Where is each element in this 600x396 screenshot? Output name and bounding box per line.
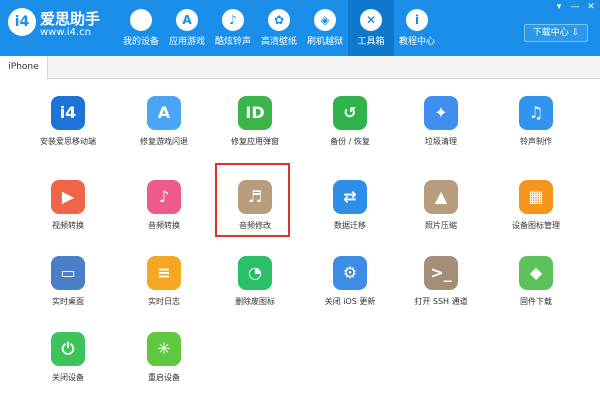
tool-broom[interactable]: ✦ 垃圾清理 [393, 90, 489, 162]
brand-url: www.i4.cn [40, 27, 91, 38]
tool-apple-id[interactable]: ID 修复应用弹窗 [207, 90, 303, 162]
tool-restart[interactable]: ✳ 重启设备 [116, 326, 212, 396]
tool-terminal[interactable]: >_ 打开 SSH 通道 [393, 250, 489, 322]
tool-label: 垃圾清理 [425, 137, 457, 146]
tool-backup-restore[interactable]: ↺ 备份 / 恢复 [302, 90, 398, 162]
main-nav: 我的设备 A 应用游戏 ♪ 酷炫铃声 ✿ 高清壁纸 ◈ 刷机越狱 ✕ 工具箱 i… [118, 0, 440, 56]
tool-label: 数据迁移 [334, 221, 366, 230]
tools-icon: ✕ [360, 9, 382, 31]
nav-my-device[interactable]: 我的设备 [118, 0, 164, 56]
tool-gear-update[interactable]: ⚙ 关闭 iOS 更新 [302, 250, 398, 322]
tool-bell-plus[interactable]: ♫ 铃声制作 [488, 90, 584, 162]
bell-plus-icon: ♫ [519, 96, 553, 130]
tool-label: 铃声制作 [520, 137, 552, 146]
tool-log-file[interactable]: ≡ 实时日志 [116, 250, 212, 322]
terminal-icon: >_ [424, 256, 458, 290]
menu-dropdown-icon[interactable]: ▾ [554, 2, 564, 12]
tool-cube[interactable]: ◆ 固件下载 [488, 250, 584, 322]
app-store-icon: A [176, 9, 198, 31]
flower-icon: ✿ [268, 9, 290, 31]
power-icon: ⏻ [51, 332, 85, 366]
minimize-icon[interactable]: — [570, 2, 580, 12]
close-icon[interactable]: ✕ [586, 2, 596, 12]
tool-label: 实时桌面 [52, 297, 84, 306]
tool-label: 视频转换 [52, 221, 84, 230]
nav-ringtones[interactable]: ♪ 酷炫铃声 [210, 0, 256, 56]
tool-label: 关闭设备 [52, 373, 84, 382]
nav-label: 工具箱 [357, 37, 385, 47]
box-icon: ◈ [314, 9, 336, 31]
tool-label: 修复游戏闪退 [140, 137, 188, 146]
tool-photo[interactable]: ▲ 照片压缩 [393, 174, 489, 246]
tool-monitor[interactable]: ▭ 实时桌面 [20, 250, 116, 322]
tool-label: 安装爱思移动端 [40, 137, 96, 146]
tool-label: 设备图标管理 [512, 221, 560, 230]
tool-music-note[interactable]: ♪ 音频转换 [116, 174, 212, 246]
nav-label: 高清壁纸 [260, 37, 297, 47]
data-transfer-icon: ⇄ [333, 180, 367, 214]
tool-video-play[interactable]: ▶ 视频转换 [20, 174, 116, 246]
log-file-icon: ≡ [147, 256, 181, 290]
bell-icon: ♪ [222, 9, 244, 31]
highlight-box [215, 163, 290, 237]
window-controls: ▾ — ✕ [554, 2, 596, 12]
brand-name: 爱思助手 [40, 10, 101, 28]
tool-pie-chart[interactable]: ◔ 删除废图标 [207, 250, 303, 322]
tool-app-store-repair[interactable]: A 修复游戏闪退 [116, 90, 212, 162]
top-header: i4 爱思助手 www.i4.cn 我的设备 A 应用游戏 ♪ 酷炫铃声 ✿ 高… [0, 0, 600, 56]
nav-label: 应用游戏 [168, 37, 205, 47]
tool-label: 修复应用弹窗 [231, 137, 279, 146]
nav-wallpapers[interactable]: ✿ 高清壁纸 [256, 0, 302, 56]
cube-icon: ◆ [519, 256, 553, 290]
icon-grid-icon: ▦ [519, 180, 553, 214]
i4-logo-icon: i4 [8, 8, 36, 36]
broom-icon: ✦ [424, 96, 458, 130]
monitor-icon: ▭ [51, 256, 85, 290]
app-store-repair-icon: A [147, 96, 181, 130]
apple-id-icon: ID [238, 96, 272, 130]
tool-power[interactable]: ⏻ 关闭设备 [20, 326, 116, 396]
nav-toolbox[interactable]: ✕ 工具箱 [348, 0, 394, 56]
backup-restore-icon: ↺ [333, 96, 367, 130]
video-play-icon: ▶ [51, 180, 85, 214]
i4-app-icon: i4 [51, 96, 85, 130]
tool-label: 音频转换 [148, 221, 180, 230]
nav-flash-jailbreak[interactable]: ◈ 刷机越狱 [302, 0, 348, 56]
nav-apps-games[interactable]: A 应用游戏 [164, 0, 210, 56]
photo-icon: ▲ [424, 180, 458, 214]
tool-label: 固件下载 [520, 297, 552, 306]
tool-label: 重启设备 [148, 373, 180, 382]
tool-label: 删除废图标 [235, 297, 275, 306]
nav-label: 我的设备 [122, 37, 159, 47]
tool-i4-app[interactable]: i4 安装爱思移动端 [20, 90, 116, 162]
nav-tutorials[interactable]: i 教程中心 [394, 0, 440, 56]
tool-label: 关闭 iOS 更新 [324, 297, 376, 306]
gear-update-icon: ⚙ [333, 256, 367, 290]
nav-label: 刷机越狱 [306, 37, 343, 47]
download-center-button[interactable]: 下载中心 ⇩ [524, 24, 588, 42]
pie-chart-icon: ◔ [238, 256, 272, 290]
tool-icon-grid[interactable]: ▦ 设备图标管理 [488, 174, 584, 246]
tool-data-transfer[interactable]: ⇄ 数据迁移 [302, 174, 398, 246]
tool-label: 打开 SSH 通道 [414, 297, 468, 306]
nav-label: 酷炫铃声 [214, 37, 251, 47]
tool-label: 实时日志 [148, 297, 180, 306]
device-tab-bar: iPhone [0, 56, 600, 79]
tool-label: 备份 / 恢复 [330, 137, 370, 146]
tab-iphone[interactable]: iPhone [0, 56, 48, 79]
info-icon: i [406, 9, 428, 31]
nav-label: 教程中心 [398, 37, 435, 47]
tool-label: 照片压缩 [425, 221, 457, 230]
restart-icon: ✳ [147, 332, 181, 366]
apple-icon [130, 9, 152, 31]
music-note-icon: ♪ [147, 180, 181, 214]
